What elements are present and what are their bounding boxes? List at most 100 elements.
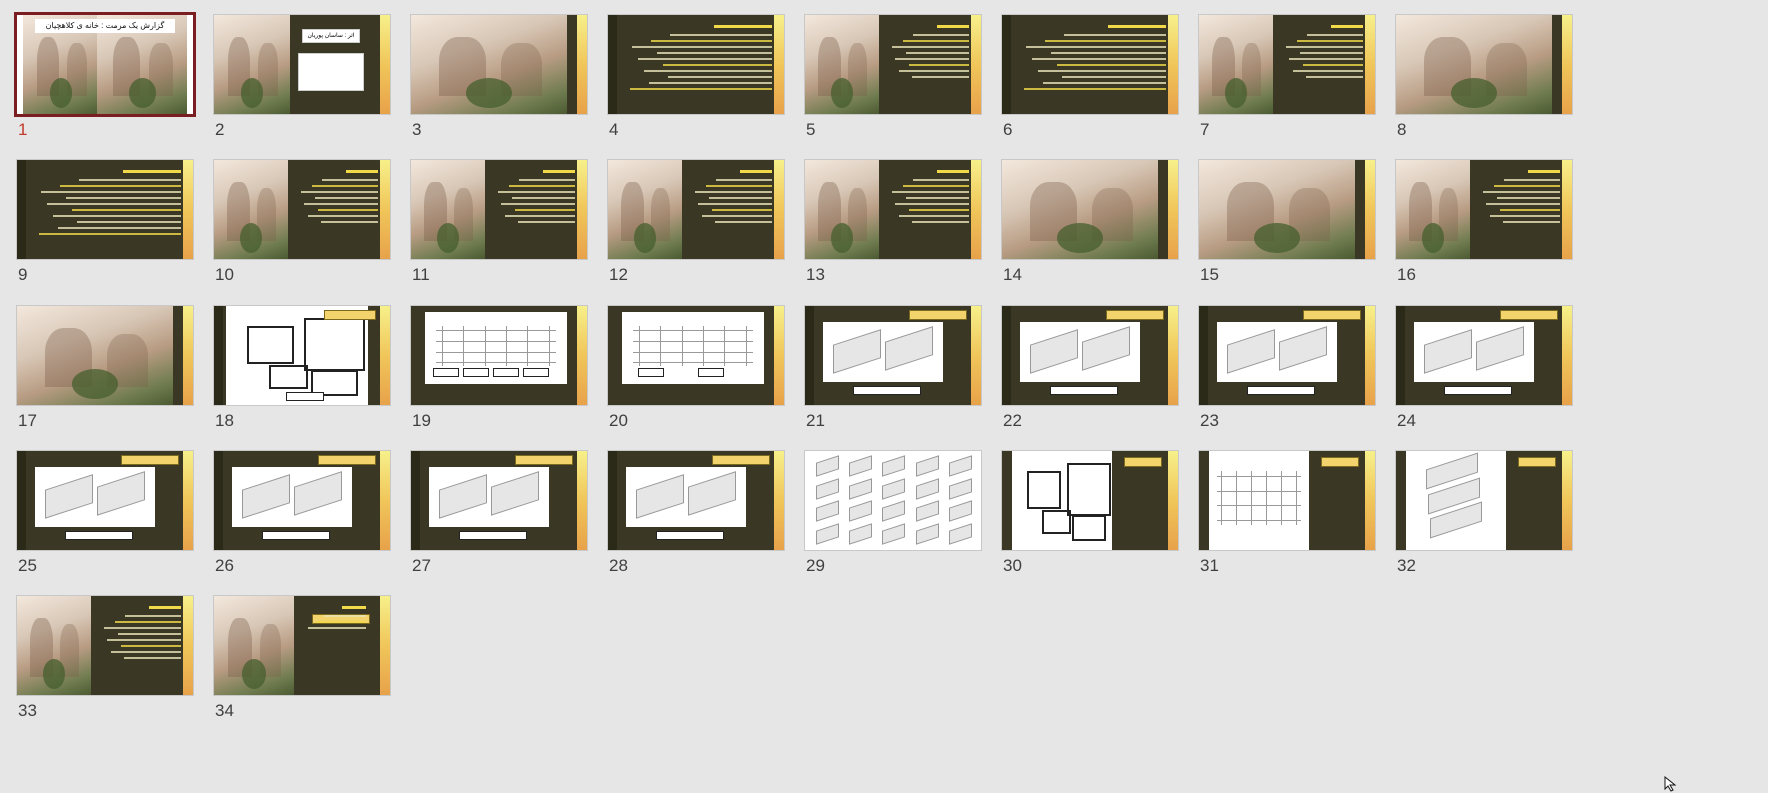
slide-preview[interactable]	[410, 450, 588, 551]
photo-plant	[436, 223, 460, 254]
drawing-caption	[656, 531, 724, 540]
text-line	[637, 58, 772, 60]
text-line	[668, 76, 772, 78]
slide-thumbnail-22[interactable]: 22	[1001, 305, 1179, 431]
slide-thumbnail-4[interactable]: 4	[607, 14, 785, 140]
slide-thumbnail-33[interactable]: 33	[16, 595, 194, 721]
slide-thumbnail-23[interactable]: 23	[1198, 305, 1376, 431]
slide-preview[interactable]: اثر : ساسان پوریان	[213, 14, 391, 115]
slide-preview[interactable]	[213, 305, 391, 406]
drawing-line	[1217, 490, 1301, 492]
slide-thumbnail-34[interactable]: 34	[213, 595, 391, 721]
slide-preview[interactable]	[16, 450, 194, 551]
slide-thumbnail-19[interactable]: 19	[410, 305, 588, 431]
text-line	[1024, 88, 1166, 90]
slide-preview[interactable]	[1001, 14, 1179, 115]
slide-thumbnail-10[interactable]: 10	[213, 159, 391, 285]
slide-thumbnail-1[interactable]: گزارش یک مرمت : خانه ی کلاهچیان 1	[14, 12, 196, 140]
slide-preview[interactable]	[410, 305, 588, 406]
slide-thumbnail-15[interactable]: 15	[1198, 159, 1376, 285]
slide-preview[interactable]	[410, 159, 588, 260]
slide-thumbnail-29[interactable]: 29	[804, 450, 982, 576]
slide-preview[interactable]: گزارش یک مرمت : خانه ی کلاهچیان	[14, 12, 196, 117]
slide-preview[interactable]	[1198, 450, 1376, 551]
slide-thumbnail-24[interactable]: 24	[1395, 305, 1573, 431]
drawing-line	[633, 351, 753, 353]
slide-thumbnail-17[interactable]: 17	[16, 305, 194, 431]
slide-preview[interactable]	[804, 305, 982, 406]
slide-preview[interactable]	[1198, 305, 1376, 406]
slide-preview[interactable]	[410, 14, 588, 115]
plan-wall-block	[1067, 462, 1111, 517]
text-line	[909, 64, 969, 66]
drawing-line	[1217, 505, 1301, 507]
slide-thumbnail-11[interactable]: 11	[410, 159, 588, 285]
slide-photo	[1396, 15, 1552, 114]
slide-thumbnail-13[interactable]: 13	[804, 159, 982, 285]
slide-thumbnail-12[interactable]: 12	[607, 159, 785, 285]
slide-preview[interactable]	[1395, 14, 1573, 115]
slide-preview[interactable]	[1001, 450, 1179, 551]
axon-volume	[882, 523, 906, 545]
slide-thumbnail-28[interactable]: 28	[607, 450, 785, 576]
text-line	[912, 76, 969, 78]
text-line	[39, 233, 181, 235]
drawing-line	[633, 362, 753, 364]
slide-preview[interactable]	[213, 595, 391, 696]
slide-preview[interactable]	[804, 450, 982, 551]
slide-preview[interactable]	[804, 159, 982, 260]
slide-thumbnail-31[interactable]: 31	[1198, 450, 1376, 576]
slide-preview[interactable]	[607, 159, 785, 260]
text-line	[125, 615, 181, 617]
slide-drawing	[226, 306, 368, 405]
text-line	[895, 203, 969, 205]
slide-preview[interactable]	[16, 159, 194, 260]
slide-title-badge	[318, 455, 376, 465]
slide-thumbnail-25[interactable]: 25	[16, 450, 194, 576]
slide-thumbnail-8[interactable]: 8	[1395, 14, 1573, 140]
slide-preview[interactable]	[1001, 305, 1179, 406]
text-line	[669, 34, 772, 36]
slide-thumbnail-26[interactable]: 26	[213, 450, 391, 576]
axon-volume	[949, 455, 973, 477]
slide-preview[interactable]	[16, 595, 194, 696]
slide-thumbnail-3[interactable]: 3	[410, 14, 588, 140]
plan-wall-block	[1072, 515, 1106, 542]
slide-preview[interactable]	[1198, 159, 1376, 260]
slide-thumbnail-21[interactable]: 21	[804, 305, 982, 431]
slide-title-badge	[324, 310, 376, 320]
slide-preview[interactable]	[607, 305, 785, 406]
slide-accent-strip	[1562, 306, 1572, 405]
slide-text-block	[491, 166, 579, 253]
slide-preview[interactable]	[607, 14, 785, 115]
plan-wall-block	[304, 317, 365, 372]
slide-preview[interactable]	[213, 159, 391, 260]
slide-thumbnail-32[interactable]: 32	[1395, 450, 1573, 576]
axon-volume	[849, 523, 873, 545]
slide-preview[interactable]	[1198, 14, 1376, 115]
slide-preview[interactable]	[804, 14, 982, 115]
slide-thumbnail-6[interactable]: 6	[1001, 14, 1179, 140]
slide-thumbnail-18[interactable]: 18	[213, 305, 391, 431]
slide-thumbnail-20[interactable]: 20	[607, 305, 785, 431]
slide-number: 10	[215, 265, 234, 284]
slide-thumbnail-7[interactable]: 7	[1198, 14, 1376, 140]
mouse-pointer-icon	[1664, 776, 1677, 792]
slide-thumbnail-27[interactable]: 27	[410, 450, 588, 576]
slide-thumbnail-5[interactable]: 5	[804, 14, 982, 140]
slide-thumbnail-9[interactable]: 9	[16, 159, 194, 285]
slide-preview[interactable]	[1395, 305, 1573, 406]
slide-preview[interactable]	[16, 305, 194, 406]
slide-preview[interactable]	[213, 450, 391, 551]
slide-thumbnail-30[interactable]: 30	[1001, 450, 1179, 576]
text-line	[58, 227, 181, 229]
slide-thumbnail-2[interactable]: اثر : ساسان پوریان 2	[213, 14, 391, 140]
slide-title-badge	[909, 310, 967, 320]
slide-preview[interactable]	[1395, 450, 1573, 551]
slide-preview[interactable]	[1001, 159, 1179, 260]
slide-thumbnail-16[interactable]: 16	[1395, 159, 1573, 285]
slide-number: 26	[215, 556, 234, 575]
slide-preview[interactable]	[607, 450, 785, 551]
slide-thumbnail-14[interactable]: 14	[1001, 159, 1179, 285]
slide-preview[interactable]	[1395, 159, 1573, 260]
